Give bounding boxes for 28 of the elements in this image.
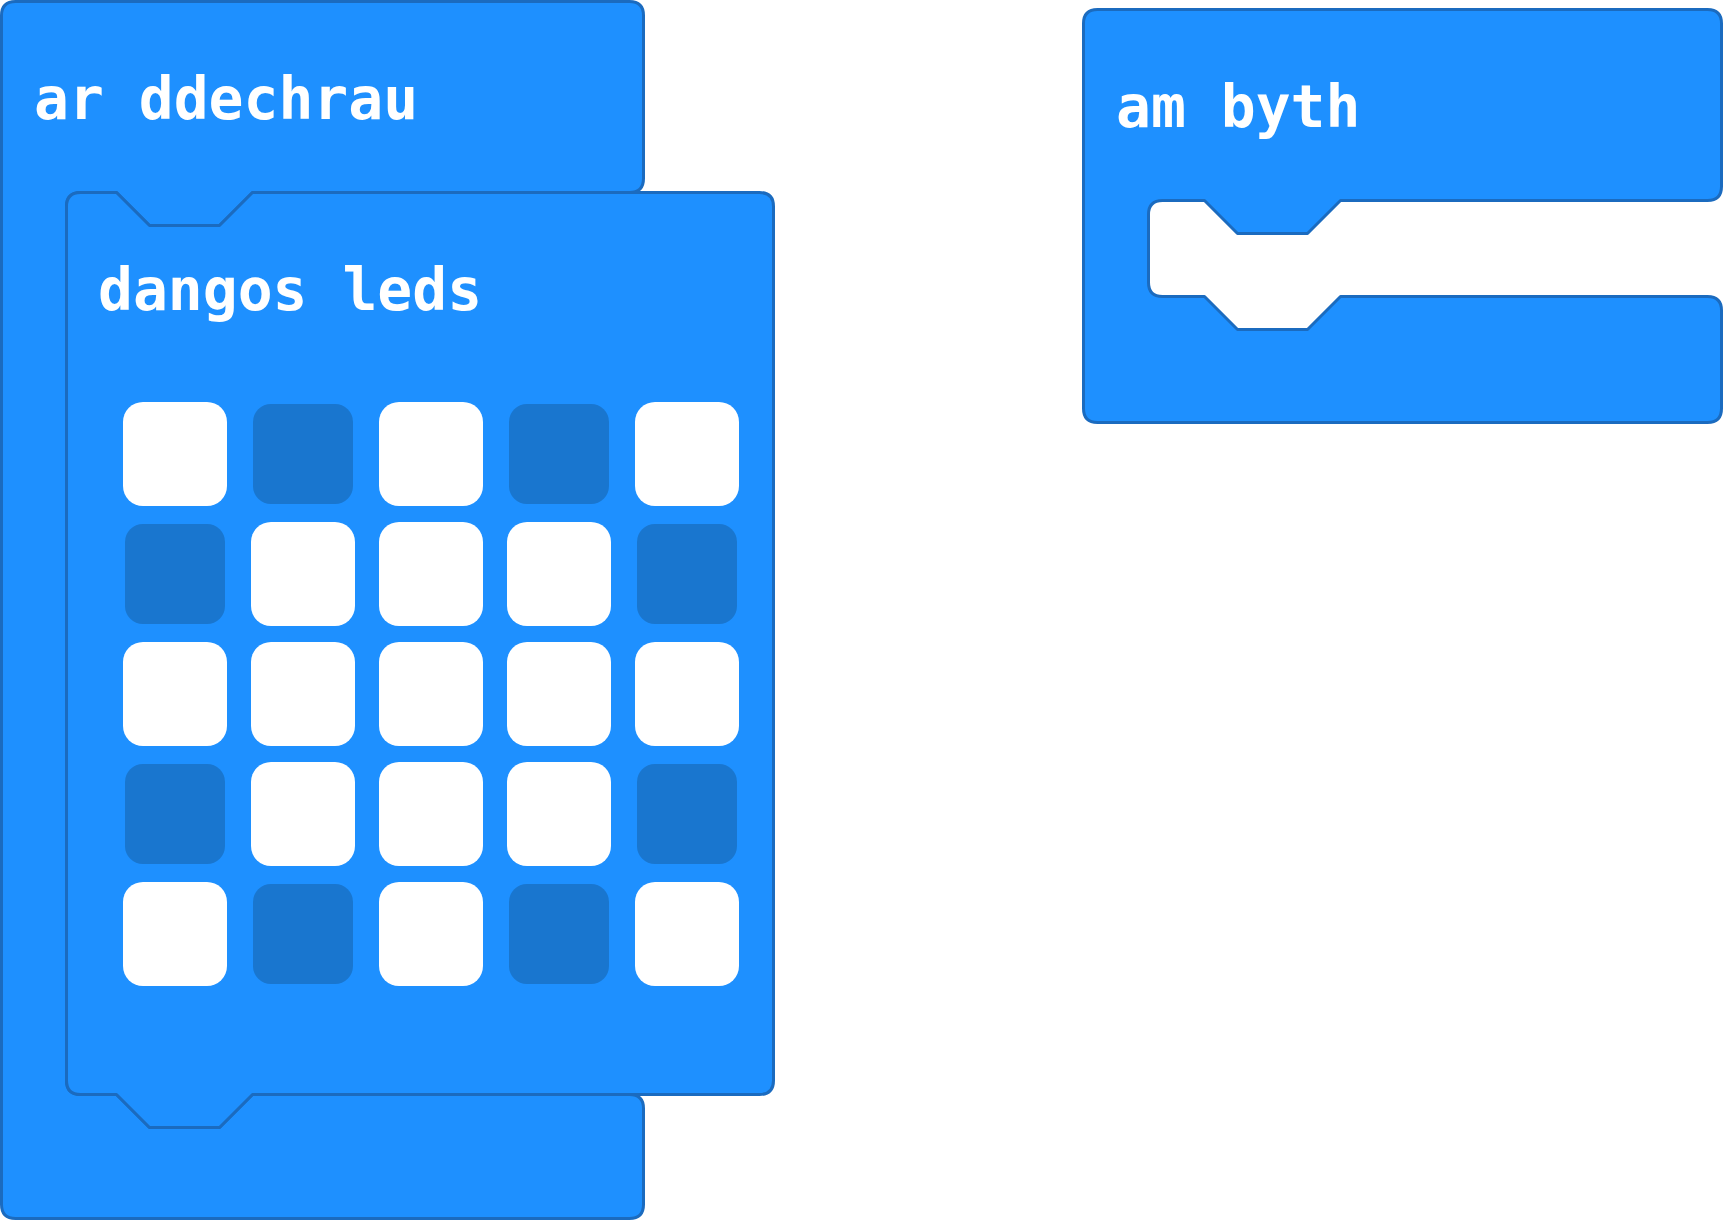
led-toggle[interactable] xyxy=(253,884,353,984)
led-toggle[interactable] xyxy=(509,884,609,984)
block-label: ar ddechrau xyxy=(34,70,419,128)
led-toggle[interactable] xyxy=(379,402,483,506)
led-toggle[interactable] xyxy=(123,882,227,986)
led-toggle[interactable] xyxy=(251,642,355,746)
led-toggle[interactable] xyxy=(379,882,483,986)
led-toggle[interactable] xyxy=(507,762,611,866)
led-toggle[interactable] xyxy=(635,882,739,986)
led-toggle[interactable] xyxy=(253,404,353,504)
led-toggle[interactable] xyxy=(379,762,483,866)
led-toggle[interactable] xyxy=(507,522,611,626)
led-toggle[interactable] xyxy=(379,642,483,746)
led-toggle[interactable] xyxy=(509,404,609,504)
led-toggle[interactable] xyxy=(125,764,225,864)
led-toggle[interactable] xyxy=(251,762,355,866)
led-toggle[interactable] xyxy=(507,642,611,746)
led-toggle[interactable] xyxy=(637,764,737,864)
container-block[interactable] xyxy=(1082,8,1723,424)
led-toggle[interactable] xyxy=(123,642,227,746)
led-toggle[interactable] xyxy=(635,642,739,746)
led-toggle[interactable] xyxy=(251,522,355,626)
led-toggle[interactable] xyxy=(637,524,737,624)
container-block[interactable] xyxy=(0,0,645,1220)
led-toggle[interactable] xyxy=(123,402,227,506)
led-toggle[interactable] xyxy=(125,524,225,624)
led-toggle[interactable] xyxy=(379,522,483,626)
led-toggle[interactable] xyxy=(635,402,739,506)
